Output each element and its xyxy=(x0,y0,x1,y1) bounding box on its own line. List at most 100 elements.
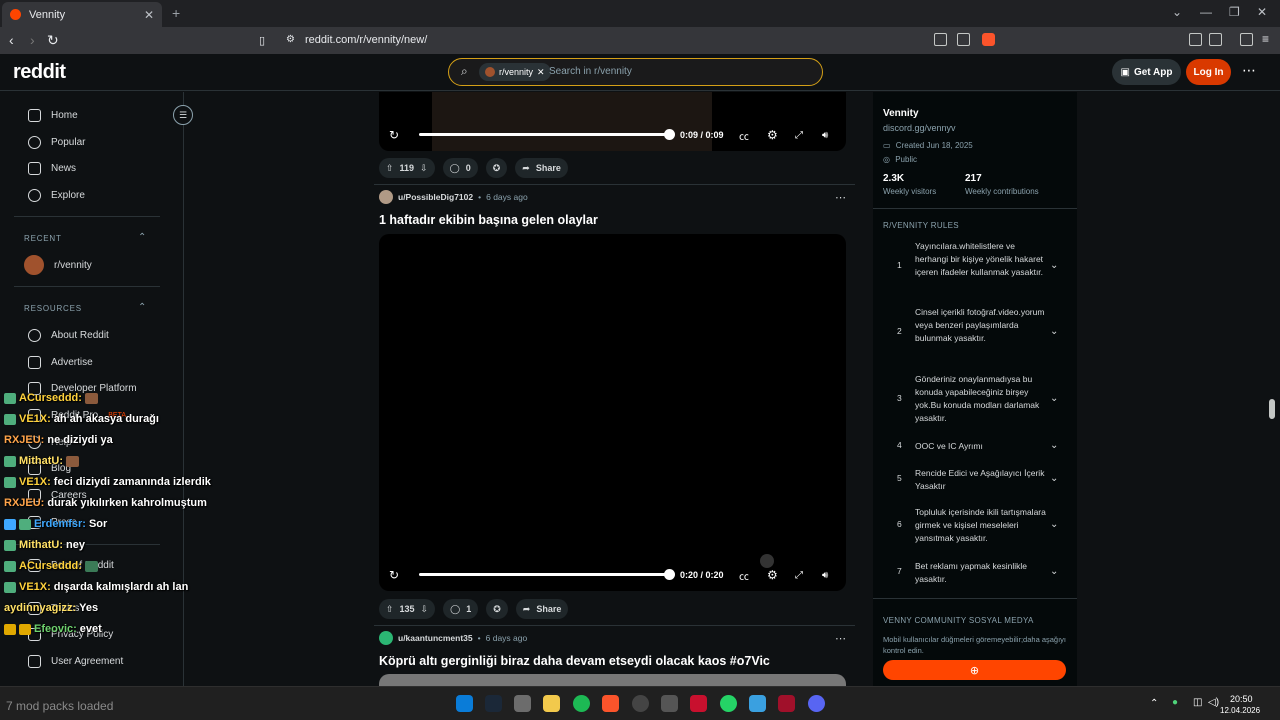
brave-shield-icon[interactable] xyxy=(982,33,995,46)
share-page-icon[interactable] xyxy=(957,33,970,46)
user-avatar[interactable] xyxy=(379,631,393,645)
captions-icon[interactable]: ㏄ xyxy=(739,568,749,583)
get-app-button[interactable]: ▣ Get App xyxy=(1112,59,1181,85)
active-app-icon[interactable] xyxy=(778,695,795,712)
clock-date[interactable]: 12.04.2026 xyxy=(1220,706,1260,715)
progress-handle[interactable] xyxy=(664,129,675,140)
replay-icon[interactable]: ↻ xyxy=(389,568,399,582)
settings-gear-icon[interactable]: ⚙ xyxy=(767,128,778,142)
volume-icon[interactable]: 🔊︎ xyxy=(822,130,828,141)
user-avatar[interactable] xyxy=(379,190,393,204)
minimize-icon[interactable]: — xyxy=(1200,5,1212,19)
rule-item[interactable]: 6 Topluluk içerisinde ikili tartışmalara … xyxy=(894,506,1074,546)
obs-icon[interactable] xyxy=(632,695,649,712)
nav-about-reddit[interactable]: About Reddit xyxy=(28,329,109,342)
search-input[interactable]: Search in r/vennity xyxy=(549,66,632,77)
community-link[interactable]: discord.gg/vennyv xyxy=(883,123,956,133)
volume-icon[interactable]: 🔊︎ xyxy=(822,570,828,581)
rule-item[interactable]: 3 Gönderiniz onaylanmadıysa bu konuda yap… xyxy=(894,373,1074,423)
nav-explore[interactable]: Explore xyxy=(28,189,85,202)
award-button[interactable]: ✪ xyxy=(485,158,508,178)
replay-icon[interactable]: ↻ xyxy=(389,128,399,142)
share-button[interactable]: ➦ Share xyxy=(515,599,569,619)
collapse-sidebar-button[interactable]: ☰ xyxy=(173,105,193,125)
recent-section-header[interactable]: RECENT ⌃ xyxy=(24,232,146,243)
post-title[interactable]: 1 haftadır ekibin başına gelen olaylar xyxy=(379,213,598,227)
reddit-logo[interactable]: reddit xyxy=(13,61,66,84)
rule-item[interactable]: 4 OOC ve IC Ayrımı ⌄ xyxy=(894,440,1074,454)
reload-icon[interactable]: ↻ xyxy=(47,32,59,49)
start-menu-icon[interactable] xyxy=(456,695,473,712)
post-options-icon[interactable]: ⋯ xyxy=(835,632,846,645)
tray-overflow-icon[interactable]: ⌃ xyxy=(1150,698,1158,709)
video-player[interactable]: ↻ 0:09 / 0:09 ㏄ ⚙ ⤢ 🔊︎ xyxy=(379,92,846,151)
clock-time[interactable]: 20:50 xyxy=(1230,694,1253,704)
browser-menu-icon[interactable]: ≡ xyxy=(1262,32,1269,46)
rule-item[interactable]: 7 Bet reklamı yapmak kesinlikle yasaktır.… xyxy=(894,560,1074,586)
downvote-icon[interactable]: ⇩ xyxy=(421,604,429,615)
social-link-button[interactable]: ⊕ xyxy=(883,660,1066,680)
rule-item[interactable]: 1 Yayıncılara.whitelistlere ve herhangi b… xyxy=(894,240,1074,290)
forward-icon[interactable]: › xyxy=(30,32,35,48)
extensions-icon[interactable] xyxy=(1189,33,1202,46)
mic-icon[interactable]: ● xyxy=(1172,697,1178,708)
share-button[interactable]: ➦ Share xyxy=(515,158,568,178)
whatsapp-icon[interactable] xyxy=(720,695,737,712)
nav-popular[interactable]: Popular xyxy=(28,136,85,149)
brave-browser-icon[interactable] xyxy=(602,695,619,712)
network-icon[interactable]: ◫ xyxy=(1193,697,1202,708)
remove-chip-icon[interactable]: ✕ xyxy=(537,67,545,78)
login-button[interactable]: Log In xyxy=(1186,59,1231,85)
spotify-icon[interactable] xyxy=(573,695,590,712)
settings-gear-icon[interactable]: ⚙ xyxy=(767,568,778,582)
comments-button[interactable]: ◯ 1 xyxy=(443,599,479,619)
steam-icon[interactable] xyxy=(485,695,502,712)
app-icon[interactable] xyxy=(661,695,678,712)
photos-icon[interactable] xyxy=(749,695,766,712)
recent-item-vennity[interactable]: r/vennity xyxy=(24,255,92,275)
award-button[interactable]: ✪ xyxy=(486,599,508,619)
page-scrollbar[interactable] xyxy=(1268,92,1276,686)
fullscreen-icon[interactable]: ⤢ xyxy=(795,570,803,581)
progress-bar[interactable] xyxy=(419,133,669,136)
cast-icon[interactable] xyxy=(934,33,947,46)
post-author[interactable]: u/PossibleDig7102 xyxy=(398,192,473,202)
vote-pill[interactable]: ⇧ 135 ⇩ xyxy=(379,599,436,619)
comments-button[interactable]: ◯ 0 xyxy=(442,158,478,178)
wallet-icon[interactable] xyxy=(1209,33,1222,46)
downvote-icon[interactable]: ⇩ xyxy=(420,163,428,174)
nav-news[interactable]: News xyxy=(28,162,76,175)
nav-advertise[interactable]: Advertise xyxy=(28,356,93,369)
post-title[interactable]: Köprü altı gerginliği biraz daha devam e… xyxy=(379,654,770,668)
upvote-icon[interactable]: ⇧ xyxy=(386,604,394,615)
file-explorer-icon[interactable] xyxy=(543,695,560,712)
video-player[interactable]: ↻ 0:20 / 0:20 ㏄ ⚙ ⤢ 🔊︎ xyxy=(379,234,846,591)
fullscreen-icon[interactable]: ⤢ xyxy=(795,130,803,141)
progress-handle[interactable] xyxy=(664,569,675,580)
subreddit-search-chip[interactable]: r/vennity ✕ xyxy=(479,63,551,81)
close-tab-icon[interactable]: ✕ xyxy=(144,8,154,22)
rule-item[interactable]: 2 Cinsel içerikli fotoğraf.video.yorum ve… xyxy=(894,306,1074,356)
sidebar-toggle-icon[interactable] xyxy=(1240,33,1253,46)
browser-tab[interactable]: Vennity ✕ xyxy=(2,2,162,27)
resources-section-header[interactable]: RESOURCES ⌃ xyxy=(24,302,146,313)
search-bar[interactable]: ⌕ r/vennity ✕ Search in r/vennity xyxy=(448,58,823,86)
nav-user-agreement[interactable]: User Agreement xyxy=(28,655,123,668)
riot-client-icon[interactable] xyxy=(690,695,707,712)
vote-pill[interactable]: ⇧ 119 ⇩ xyxy=(379,158,435,178)
scrollbar-thumb[interactable] xyxy=(1269,399,1275,419)
discord-icon[interactable] xyxy=(808,695,825,712)
upvote-icon[interactable]: ⇧ xyxy=(386,163,394,174)
rule-item[interactable]: 5 Rencide Edici ve Aşağılayıcı İçerik Yas… xyxy=(894,467,1074,493)
post-options-icon[interactable]: ⋯ xyxy=(835,191,846,204)
site-info-icon[interactable]: ⚙ xyxy=(286,34,295,45)
post-author[interactable]: u/kaantuncment35 xyxy=(398,633,473,643)
post-media[interactable] xyxy=(379,674,846,686)
close-window-icon[interactable]: ✕ xyxy=(1257,5,1267,19)
tab-search-icon[interactable]: ⌄ xyxy=(1172,5,1182,19)
maximize-icon[interactable]: ❐ xyxy=(1229,5,1240,19)
captions-icon[interactable]: ㏄ xyxy=(739,128,749,143)
speaker-icon[interactable]: ◁) xyxy=(1208,697,1219,708)
settings-app-icon[interactable] xyxy=(514,695,531,712)
url-field[interactable]: reddit.com/r/vennity/new/ xyxy=(305,34,427,46)
